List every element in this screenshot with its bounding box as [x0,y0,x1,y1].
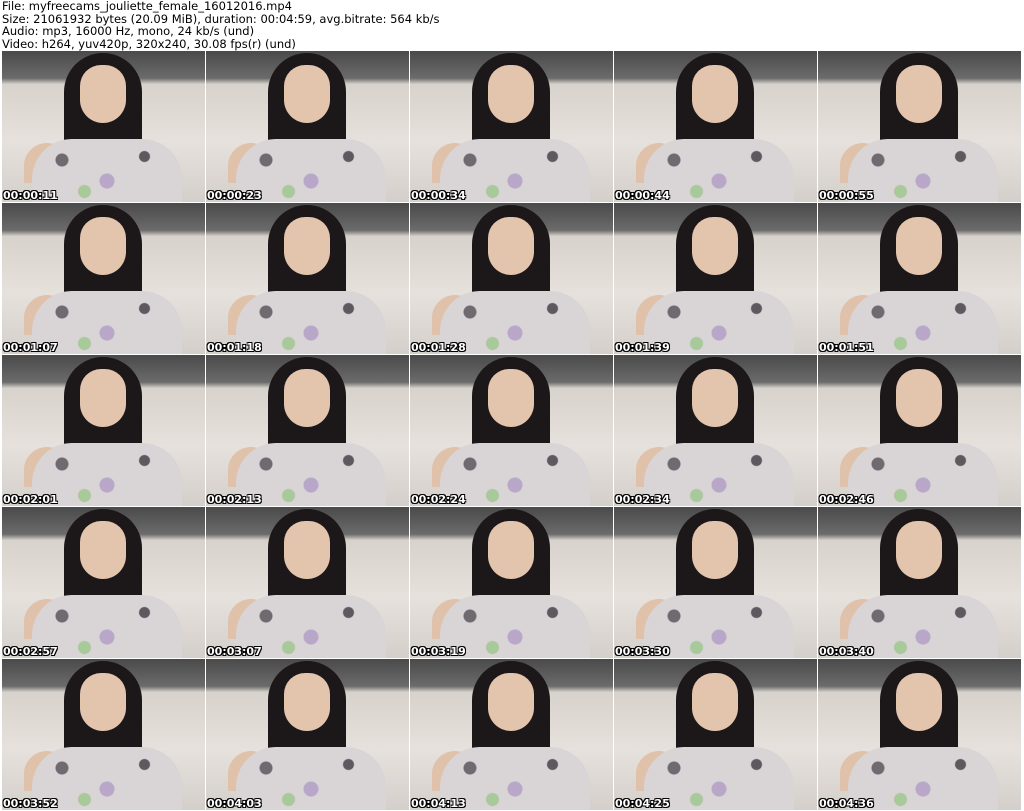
thumbnail-timestamp: 00:02:46 [819,493,874,506]
thumbnail-timestamp: 00:02:01 [3,493,58,506]
thumbnail-face [896,217,942,275]
thumbnail-face [692,369,738,427]
file-info-header: File: myfreecams_jouliette_female_160120… [2,0,440,50]
thumbnail-face [80,521,126,579]
video-thumbnail: 00:02:13 [206,355,409,506]
thumbnail-timestamp: 00:04:36 [819,797,874,810]
thumbnail-face [896,65,942,123]
thumbnail-timestamp: 00:01:18 [207,341,262,354]
thumbnail-face [896,521,942,579]
video-thumbnail: 00:03:19 [410,507,613,658]
thumbnail-face [692,521,738,579]
video-thumbnail: 00:04:36 [818,659,1021,810]
video-thumbnail: 00:00:55 [818,51,1021,202]
thumbnail-timestamp: 00:02:24 [411,493,466,506]
thumbnail-timestamp: 00:03:30 [615,645,670,658]
thumbnail-face [80,65,126,123]
thumbnail-timestamp: 00:01:28 [411,341,466,354]
video-thumbnail: 00:01:39 [614,203,817,354]
video-thumbnail: 00:01:51 [818,203,1021,354]
video-thumbnail: 00:04:03 [206,659,409,810]
thumbnail-face [488,369,534,427]
thumbnail-timestamp: 00:03:19 [411,645,466,658]
thumbnail-timestamp: 00:00:34 [411,189,466,202]
thumbnail-face [488,521,534,579]
video-thumbnail: 00:03:30 [614,507,817,658]
thumbnail-timestamp: 00:00:11 [3,189,58,202]
video-thumbnail: 00:02:57 [2,507,205,658]
thumbnail-face [284,521,330,579]
video-thumbnail: 00:02:46 [818,355,1021,506]
thumbnail-timestamp: 00:04:13 [411,797,466,810]
video-thumbnail: 00:02:34 [614,355,817,506]
thumbnail-face [488,217,534,275]
thumbnail-face [692,673,738,731]
thumbnail-face [692,65,738,123]
thumbnail-face [284,217,330,275]
thumbnail-face [488,673,534,731]
video-info-line: Video: h264, yuv420p, 320x240, 30.08 fps… [2,36,296,51]
thumbnail-face [692,217,738,275]
thumbnail-face [896,369,942,427]
thumbnail-timestamp: 00:01:51 [819,341,874,354]
thumbnail-timestamp: 00:01:07 [3,341,58,354]
thumbnail-timestamp: 00:00:44 [615,189,670,202]
video-thumbnail: 00:01:28 [410,203,613,354]
thumbnail-face [284,673,330,731]
thumbnail-timestamp: 00:01:39 [615,341,670,354]
audio-info-line: Audio: mp3, 16000 Hz, mono, 24 kb/s (und… [2,24,255,38]
thumbnail-face [80,369,126,427]
video-thumbnail: 00:00:34 [410,51,613,202]
thumbnail-face [80,217,126,275]
video-thumbnail: 00:01:18 [206,203,409,354]
video-thumbnail: 00:01:07 [2,203,205,354]
video-thumbnail: 00:03:40 [818,507,1021,658]
thumbnail-face [284,369,330,427]
thumbnail-timestamp: 00:02:57 [3,645,58,658]
thumbnail-face [80,673,126,731]
thumbnail-timestamp: 00:03:07 [207,645,262,658]
thumbnail-timestamp: 00:04:03 [207,797,262,810]
video-thumbnail: 00:04:13 [410,659,613,810]
file-name-line: File: myfreecams_jouliette_female_160120… [2,0,292,13]
thumbnail-timestamp: 00:00:23 [207,189,262,202]
video-thumbnail: 00:00:23 [206,51,409,202]
video-thumbnail: 00:00:11 [2,51,205,202]
thumbnail-face [896,673,942,731]
thumbnail-timestamp: 00:02:13 [207,493,262,506]
thumbnail-face [284,65,330,123]
thumbnail-timestamp: 00:00:55 [819,189,874,202]
video-thumbnail: 00:03:52 [2,659,205,810]
thumbnail-timestamp: 00:02:34 [615,493,670,506]
video-thumbnail: 00:03:07 [206,507,409,658]
thumbnail-grid: 00:00:11 00:00:23 00:00:34 00:00:44 00:00:55… [2,51,1021,810]
thumbnail-timestamp: 00:03:40 [819,645,874,658]
thumbnail-face [488,65,534,123]
thumbnail-timestamp: 00:03:52 [3,797,58,810]
video-thumbnail: 00:04:25 [614,659,817,810]
video-thumbnail: 00:02:24 [410,355,613,506]
video-thumbnail: 00:00:44 [614,51,817,202]
thumbnail-timestamp: 00:04:25 [615,797,670,810]
video-thumbnail: 00:02:01 [2,355,205,506]
